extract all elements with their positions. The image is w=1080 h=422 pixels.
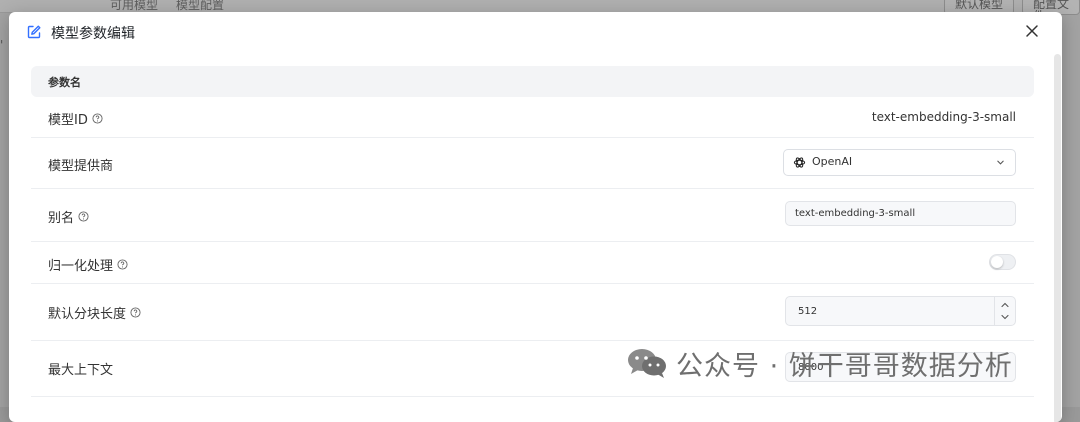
model-id-value: text-embedding-3-small (871, 110, 1016, 124)
dialog-header: 模型参数编辑 (9, 12, 1062, 54)
row-label-provider: 模型提供商 (48, 155, 113, 174)
row-label-max-context: 最大上下文 (48, 359, 113, 378)
model-id-label: 模型ID (48, 113, 88, 128)
edit-icon (27, 25, 41, 39)
wechat-icon (628, 349, 666, 378)
toggle-knob (991, 256, 1003, 268)
chevron-up-icon[interactable] (1000, 300, 1010, 310)
row-provider: 模型提供商 OpenAI (31, 138, 1034, 189)
help-circle-icon[interactable] (78, 211, 89, 222)
help-circle-icon[interactable] (117, 259, 128, 270)
row-model-id: 模型ID text-embedding-3-small (31, 97, 1034, 138)
dialog-scrollbar[interactable] (1054, 54, 1061, 422)
openai-icon (793, 157, 806, 168)
row-label-normalize: 归一化处理 (48, 255, 128, 274)
row-label-chunk-length: 默认分块长度 (48, 303, 141, 322)
row-alias: 别名 (31, 189, 1034, 242)
close-icon[interactable] (1024, 23, 1040, 39)
chunk-length-label: 默认分块长度 (48, 307, 127, 322)
normalize-label: 归一化处理 (48, 259, 114, 274)
chunk-length-stepper (785, 296, 1016, 326)
help-circle-icon[interactable] (130, 307, 141, 318)
row-label-model-id: 模型ID (48, 109, 103, 128)
alias-label: 别名 (48, 211, 75, 226)
help-circle-icon[interactable] (92, 113, 103, 124)
chevron-down-icon (997, 160, 1004, 165)
dialog-title: 模型参数编辑 (51, 26, 135, 42)
normalize-toggle[interactable] (989, 254, 1016, 270)
row-label-alias: 别名 (48, 207, 89, 226)
chunk-length-input[interactable] (786, 297, 986, 325)
background-side-fragment: ' (0, 38, 4, 52)
provider-selected-value: OpenAI (812, 155, 853, 168)
watermark: 公众号 · 饼干哥哥数据分析 (626, 343, 1013, 383)
provider-label: 模型提供商 (48, 159, 114, 174)
provider-select[interactable]: OpenAI (783, 149, 1016, 176)
header-param-name: 参数名 (48, 76, 81, 89)
parameter-table-header: 参数名 (31, 66, 1034, 97)
max-context-label: 最大上下文 (48, 363, 114, 378)
watermark-text: 公众号 · 饼干哥哥数据分析 (676, 350, 1013, 382)
stepper-controls (994, 297, 1015, 325)
row-chunk-length: 默认分块长度 (31, 284, 1034, 341)
alias-input[interactable] (785, 201, 1016, 226)
chevron-down-icon[interactable] (1000, 312, 1010, 322)
row-normalize: 归一化处理 (31, 242, 1034, 284)
